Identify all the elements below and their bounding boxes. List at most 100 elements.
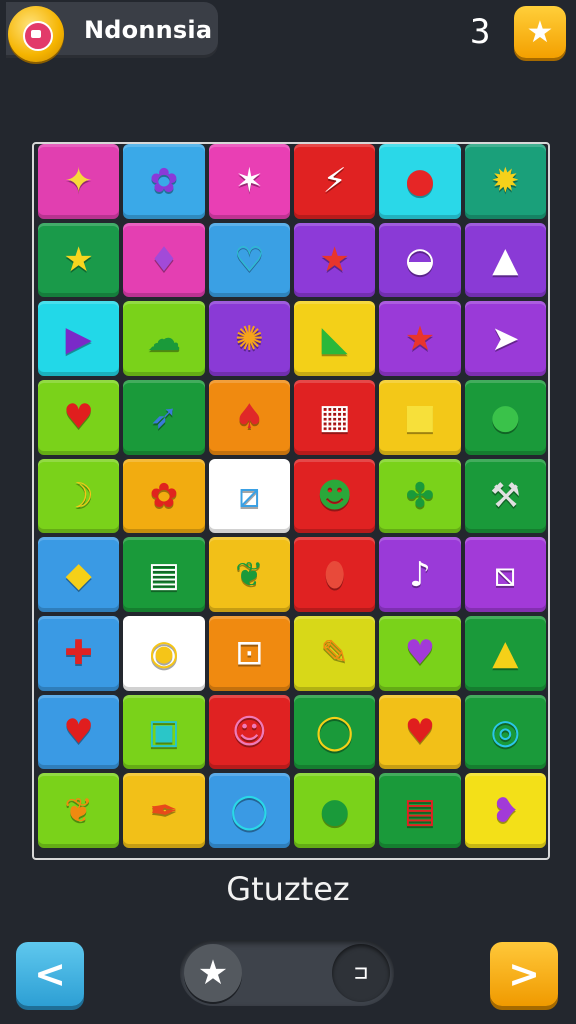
game-tile[interactable]: ▤	[123, 537, 205, 612]
game-tile[interactable]: ♡	[208, 222, 290, 298]
game-tile[interactable]: ✦	[38, 144, 120, 219]
back-button[interactable]: <	[16, 942, 84, 1006]
game-tile[interactable]: ★	[38, 222, 120, 298]
game-tile[interactable]: ▤	[379, 773, 461, 848]
game-tile[interactable]: ▲	[464, 222, 546, 298]
game-tile[interactable]: ▶	[38, 301, 120, 376]
game-tile[interactable]: ➤	[464, 301, 546, 376]
tile-icon: ⬮	[323, 554, 346, 595]
avatar[interactable]	[8, 6, 64, 62]
game-tile[interactable]: ♦	[123, 222, 205, 298]
tile-icon: ◯	[230, 790, 269, 831]
game-tile[interactable]: ♠	[208, 379, 290, 455]
tile-icon: ⚡	[322, 161, 347, 202]
game-tile[interactable]: ▦	[294, 379, 376, 455]
tile-icon: ✿	[149, 161, 179, 202]
game-tile[interactable]: ☺	[208, 694, 290, 770]
game-tile[interactable]: ☁	[123, 301, 205, 376]
tile-icon: ▶	[65, 318, 92, 359]
tile-icon: ◆	[65, 554, 92, 595]
tile-icon: ☻	[316, 475, 353, 516]
tile-icon: ☁	[146, 318, 181, 359]
game-tile[interactable]: ⧄	[208, 458, 290, 534]
game-tile[interactable]: ◯	[208, 773, 290, 848]
game-tile[interactable]: ▲	[464, 615, 546, 691]
game-tile[interactable]: ▣	[123, 694, 205, 770]
tile-icon: ◯	[315, 711, 354, 752]
star-icon: ★	[526, 14, 554, 50]
game-tile[interactable]: ☽	[38, 458, 120, 534]
tile-icon: ♥	[404, 633, 436, 674]
game-tile[interactable]: ♥	[38, 379, 120, 455]
tile-icon: ✺	[235, 318, 264, 359]
tile-icon: ➤	[491, 318, 520, 359]
tile-icon: ●	[405, 161, 435, 202]
game-tile[interactable]: ★	[294, 222, 376, 298]
tile-icon: ➶	[149, 397, 179, 438]
game-tile[interactable]: ⚒	[464, 458, 546, 534]
tile-icon: ✶	[235, 161, 264, 202]
game-tile[interactable]: ◉	[123, 615, 205, 691]
toggle-knob-star[interactable]: ★	[184, 944, 242, 1002]
game-tile[interactable]: ♥	[38, 694, 120, 770]
tile-icon: ●	[490, 397, 521, 438]
game-tile[interactable]: ◆	[38, 537, 120, 612]
mode-toggle[interactable]: ★ ⊐	[180, 940, 394, 1006]
game-tile[interactable]: ●	[464, 379, 546, 455]
game-tile[interactable]: ♥	[379, 615, 461, 691]
game-tile[interactable]: ●	[294, 773, 376, 848]
tile-icon: ♥	[63, 397, 94, 438]
top-bar: Ndonnsia 3 ★	[0, 0, 576, 64]
game-tile[interactable]: ★	[379, 301, 461, 376]
game-tile[interactable]: ⧅	[464, 537, 546, 612]
chevron-right-icon: >	[508, 952, 540, 996]
game-tile[interactable]: ✿	[123, 144, 205, 219]
star-button[interactable]: ★	[514, 6, 566, 58]
tile-icon: ▲	[492, 633, 519, 674]
game-tile[interactable]: ◯	[294, 694, 376, 770]
tile-icon: ⧄	[238, 475, 261, 516]
game-tile[interactable]: ✶	[208, 144, 290, 219]
game-tile[interactable]: ☻	[294, 458, 376, 534]
game-tile[interactable]: ◎	[464, 694, 546, 770]
tile-icon: ☽	[63, 475, 94, 516]
tile-icon: ■	[403, 397, 437, 438]
next-button[interactable]: >	[490, 942, 558, 1006]
game-tile[interactable]: ✹	[464, 144, 546, 219]
game-tile[interactable]: ✒	[123, 773, 205, 848]
game-tile[interactable]: ◒	[379, 222, 461, 298]
tile-icon: ♥	[63, 711, 94, 752]
tile-icon: ●	[319, 790, 350, 831]
badge-icon	[23, 21, 53, 51]
game-tile[interactable]: ♥	[379, 694, 461, 770]
tile-icon: ✎	[320, 633, 349, 674]
game-tile[interactable]: ✿	[123, 458, 205, 534]
game-board: ✦ ✿ ✶ ⚡ ● ✹ ★ ♦ ♡ ★ ◒ ▲ ▶ ☁ ✺ ◣ ★ ➤ ♥ ➶ ♠ ▦ ■ ● ☽ ✿ ⧄ ☻ ✤ ⚒ ◆ ▤ ❦ ⬮ ♪ ⧅ ✚ ◉ ⊡ ✎…	[32, 142, 550, 860]
game-tile[interactable]: ➶	[123, 379, 205, 455]
game-tile[interactable]: ✎	[294, 615, 376, 691]
game-tile[interactable]: ■	[379, 379, 461, 455]
game-tile[interactable]: ❥	[464, 773, 546, 848]
game-tile[interactable]: ❦	[38, 773, 120, 848]
game-tile[interactable]: ⚡	[294, 144, 376, 219]
game-tile[interactable]: ⊡	[208, 615, 290, 691]
game-tile[interactable]: ●	[379, 144, 461, 219]
tile-grid: ✦ ✿ ✶ ⚡ ● ✹ ★ ♦ ♡ ★ ◒ ▲ ▶ ☁ ✺ ◣ ★ ➤ ♥ ➶ ♠ ▦ ■ ● ☽ ✿ ⧄ ☻ ✤ ⚒ ◆ ▤ ❦ ⬮ ♪ ⧅ ✚ ◉ ⊡ ✎…	[38, 144, 546, 848]
game-tile[interactable]: ◣	[294, 301, 376, 376]
tile-icon: ◎	[490, 711, 521, 752]
game-tile[interactable]: ♪	[379, 537, 461, 612]
tile-icon: ✚	[64, 633, 93, 674]
tile-icon: ♡	[234, 239, 265, 280]
toggle-knob-menu[interactable]: ⊐	[332, 944, 390, 1002]
game-tile[interactable]: ❦	[208, 537, 290, 612]
game-tile[interactable]: ✤	[379, 458, 461, 534]
game-tile[interactable]: ✚	[38, 615, 120, 691]
game-tile[interactable]: ⬮	[294, 537, 376, 612]
game-tile[interactable]: ✺	[208, 301, 290, 376]
tile-icon: ★	[319, 239, 350, 280]
tile-icon: ⊡	[235, 633, 264, 674]
tile-icon: ▦	[318, 397, 351, 438]
tile-icon: ❥	[491, 790, 520, 831]
tile-icon: ✿	[149, 475, 179, 516]
tile-icon: ⚒	[490, 475, 521, 516]
